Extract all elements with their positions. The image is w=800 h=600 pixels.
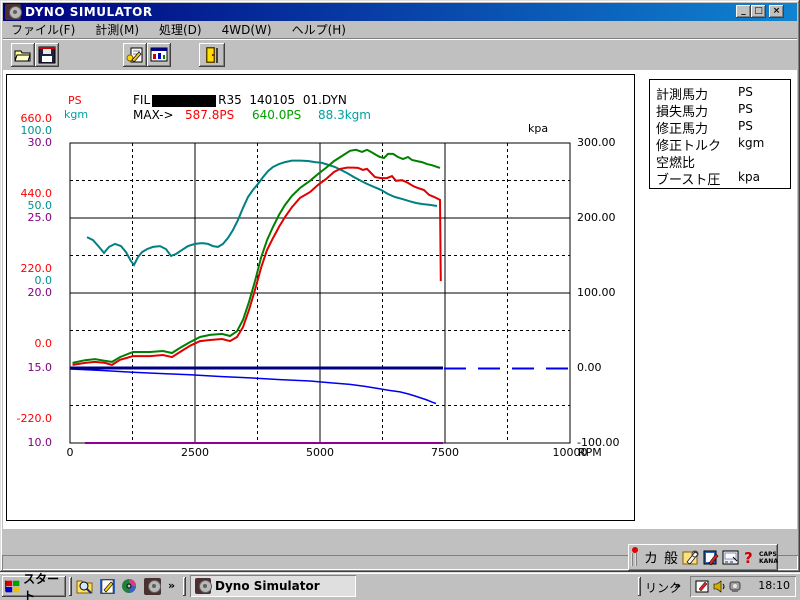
report-icon [126, 47, 143, 63]
task-button-dyno-simulator[interactable]: Dyno Simulator [190, 575, 356, 597]
title-bar: DYNO SIMULATOR _ □ × [3, 3, 797, 21]
save-floppy-icon [38, 46, 56, 64]
menu-item-4wd[interactable]: 4WD(W) [216, 22, 278, 38]
speaker-tray-icon[interactable] [712, 579, 727, 594]
ime-status-dot [632, 547, 638, 553]
left-axis-ps-tick: 0.0 [34, 337, 53, 350]
max-measured-value: 587.8PS [185, 108, 235, 122]
taskband-handle[interactable] [183, 577, 186, 596]
right-axis-tick: 100.00 [577, 286, 616, 299]
dyno-task-icon [195, 578, 212, 594]
start-button[interactable]: スタート [2, 572, 66, 600]
legend-row-4: 空燃比 [650, 151, 790, 171]
ime-conversion-mode[interactable]: 般 [661, 548, 681, 568]
dictionary-tool-icon[interactable] [702, 548, 720, 567]
max-label: MAX-> [133, 108, 174, 122]
report-button[interactable] [123, 43, 147, 67]
file-prefix: FIL [133, 93, 151, 107]
menu-bar: ファイル(F) 計測(M) 処理(D) 4WD(W) ヘルプ(H) [3, 21, 797, 38]
quicklaunch-chevron[interactable]: » [168, 579, 175, 592]
reel-app-icon[interactable] [121, 578, 138, 595]
start-label: スタート [23, 571, 60, 600]
legend-box: 計測馬力 PS 損失馬力 PS 修正馬力 PS 修正トルク kgm 空燃比ブースト圧 kpa [649, 79, 791, 189]
legend-row-0: 計測馬力 PS [650, 83, 790, 103]
legend-unit: PS [738, 119, 753, 133]
redacted-box [152, 94, 217, 107]
close-button[interactable]: × [769, 5, 784, 18]
menu-item-measure[interactable]: 計測(M) [89, 20, 145, 39]
ime-input-mode[interactable]: カ [641, 548, 661, 568]
kana-label: KANA [759, 557, 778, 565]
file-rest: R35 140105 01.DYN [218, 93, 347, 107]
max-corrected-value: 640.0PS [252, 108, 302, 122]
screen: { "window": { "title": "DYNO SIMULATOR" … [0, 0, 800, 600]
taskbar: スタート » Dyno Simulator リンク » 18:10 [0, 572, 800, 600]
notepad-icon[interactable] [99, 578, 116, 595]
exit-door-icon [206, 47, 218, 63]
pen-tool-icon[interactable] [682, 548, 700, 567]
caps-label: CAPS [759, 550, 777, 558]
header-ps-unit: PS [68, 94, 82, 107]
minimize-button[interactable]: _ [736, 5, 751, 18]
monitor-button[interactable] [147, 43, 171, 67]
legend-row-5: ブースト圧 kpa [650, 168, 790, 188]
toolbar [3, 38, 797, 70]
menu-item-help[interactable]: ヘルプ(H) [286, 20, 352, 39]
left-axis-afr-tick: 15.0 [27, 361, 53, 374]
x-axis-tick: 10000 [552, 446, 588, 459]
legend-row-2: 修正馬力 PS [650, 117, 790, 137]
x-axis-tick: 0 [66, 446, 74, 459]
right-axis-tick: 0.00 [577, 361, 602, 374]
legend-name: ブースト圧 [656, 173, 721, 188]
right-axis-tick: 300.00 [577, 136, 616, 149]
right-axis-unit: kpa [528, 122, 549, 135]
ime-help-icon[interactable]: ? [742, 548, 756, 567]
header-kgm-unit: kgm [64, 108, 89, 121]
device-tray-icon[interactable] [728, 579, 743, 594]
app-icon [5, 4, 22, 20]
menu-item-file[interactable]: ファイル(F) [5, 20, 81, 39]
links-handle[interactable] [638, 577, 641, 596]
window-title: DYNO SIMULATOR [25, 5, 153, 19]
open-folder-icon [14, 50, 31, 62]
legend-unit: PS [738, 85, 753, 99]
pen-tablet-tray-icon[interactable] [695, 579, 710, 594]
search-viewer-icon[interactable] [76, 578, 93, 595]
open-button[interactable] [11, 43, 35, 67]
legend-row-1: 損失馬力 PS [650, 100, 790, 120]
ime-drag-handle[interactable] [631, 547, 639, 567]
caps-kana-indicator: CAPS KANA [759, 551, 778, 565]
right-axis-tick: 200.00 [577, 211, 616, 224]
x-axis-tick: 5000 [306, 446, 334, 459]
x-axis-tick: 2500 [181, 446, 209, 459]
dyno-app-icon[interactable] [144, 578, 161, 595]
legend-unit: kpa [738, 170, 760, 184]
left-axis-afr-tick: 20.0 [27, 286, 53, 299]
x-axis-tick: 7500 [431, 446, 459, 459]
app-window: DYNO SIMULATOR _ □ × ファイル(F) 計測(M) 処理(D) 4W… [0, 0, 800, 572]
legend-unit: PS [738, 102, 753, 116]
ime-toolbar: カ 般 ? CAPS KANA [628, 544, 778, 571]
left-axis-ps-tick: -220.0 [16, 412, 52, 425]
clock: 18:10 [758, 579, 790, 592]
exit-button[interactable] [199, 43, 225, 67]
links-chevron[interactable]: » [674, 579, 681, 592]
menu-item-process[interactable]: 処理(D) [153, 20, 208, 39]
pad-tool-icon[interactable] [722, 548, 740, 567]
file-name-line: FIL R35 140105 01.DYN [133, 94, 347, 107]
left-axis-afr-tick: 25.0 [27, 211, 53, 224]
legend-row-3: 修正トルク kgm [650, 134, 790, 154]
maximize-button[interactable]: □ [751, 5, 766, 18]
legend-unit: kgm [738, 136, 765, 150]
task-label: Dyno Simulator [215, 579, 320, 593]
svg-text:?: ? [744, 549, 753, 567]
monitor-icon [150, 47, 168, 62]
left-axis-afr-tick: 30.0 [27, 136, 53, 149]
windows-logo-icon [5, 580, 20, 593]
system-tray: 18:10 [690, 576, 796, 597]
quicklaunch-handle[interactable] [69, 577, 72, 596]
max-torque-value: 88.3kgm [318, 108, 371, 122]
save-button[interactable] [35, 43, 59, 67]
